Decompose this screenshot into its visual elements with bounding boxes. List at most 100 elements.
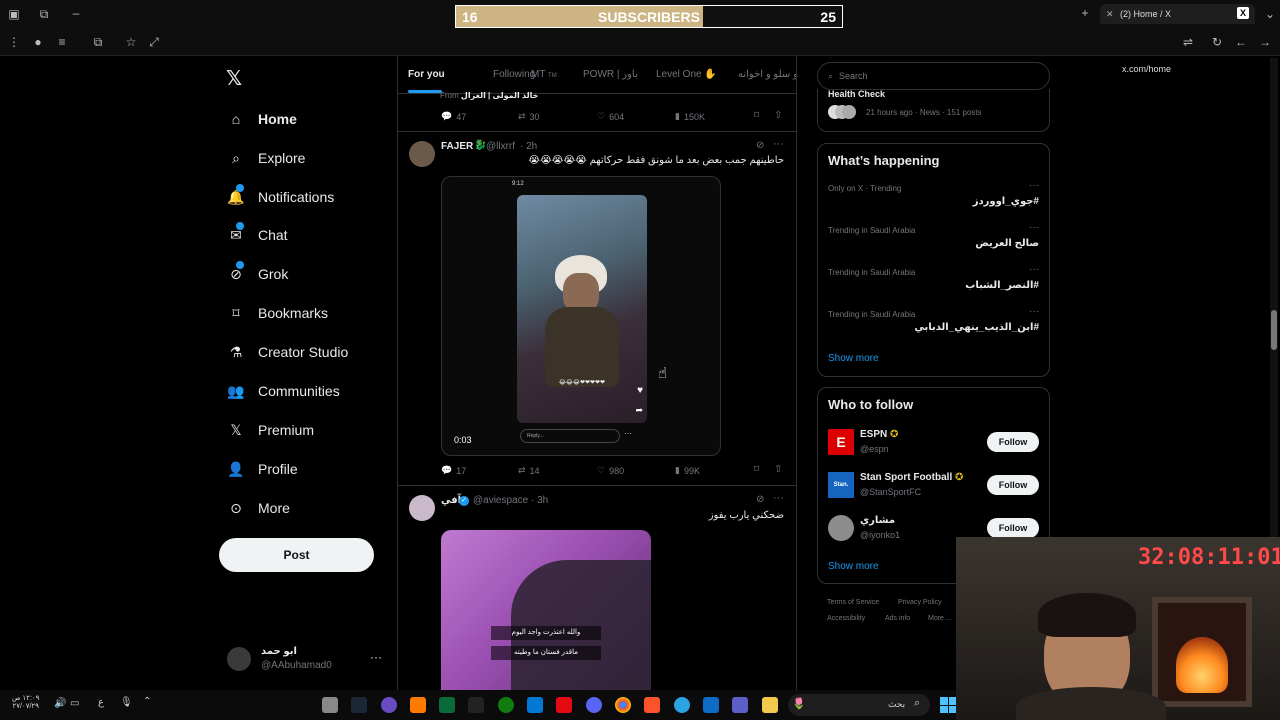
tweet-image[interactable]: والله اعتذرت واجد اليوم ماقدر فستان ما و…	[441, 530, 651, 690]
taskbar-search[interactable]: 🌷 بحث ⌕	[788, 694, 930, 716]
back-icon[interactable]: ←	[1233, 34, 1249, 50]
xbox-icon[interactable]	[498, 697, 514, 713]
netflix-icon[interactable]	[556, 697, 572, 713]
brave-icon[interactable]	[644, 697, 660, 713]
tweet-author-handle[interactable]: @llxrrf	[486, 141, 515, 152]
mic-icon[interactable]: 🎙	[120, 697, 133, 708]
bookmark-icon[interactable]: ⌑	[754, 464, 759, 475]
t1-like-stat[interactable]: ♡ 980	[597, 465, 624, 476]
telegram-icon[interactable]	[674, 697, 690, 713]
tab-level-one[interactable]: Level One ✋	[656, 69, 717, 80]
prev-like-stat[interactable]: ♡ 604	[597, 111, 624, 122]
follow-button-stan[interactable]: Follow	[987, 475, 1039, 495]
windows-start-icon[interactable]	[940, 697, 956, 713]
search-input[interactable]: ⌕ Search	[817, 62, 1050, 90]
profile-icon[interactable]: ●	[30, 34, 46, 50]
browser-tab[interactable]: ✕ (2) Home / X X	[1100, 4, 1255, 24]
health-check-card[interactable]: Health Check 21 hours ago · News · 151 p…	[817, 89, 1050, 132]
video-share-icon[interactable]: ➦	[635, 405, 643, 416]
trend-more-icon[interactable]: ···	[1029, 222, 1039, 233]
account-menu-icon[interactable]: ···	[370, 650, 382, 664]
nav-item-bookmarks[interactable]: ⌑ Bookmarks	[226, 300, 328, 326]
input-language[interactable]: ع	[98, 697, 104, 708]
trend-more-icon[interactable]: ···	[1029, 264, 1039, 275]
wtf-name-espn[interactable]: ESPN ✪	[860, 429, 898, 440]
prev-retweet-stat[interactable]: ⇄ 30	[518, 111, 540, 122]
nav-item-creator-studio[interactable]: ⚗ Creator Studio	[226, 339, 349, 365]
account-avatar[interactable]	[227, 647, 251, 671]
footer-more[interactable]: More ...	[928, 615, 952, 622]
nav-item-communities[interactable]: 👥 Communities	[226, 378, 339, 404]
bookmark-icon[interactable]: ⌑	[754, 110, 759, 121]
site-settings-icon[interactable]: ⇌	[1180, 34, 1196, 50]
url-bar[interactable]: x.com/home	[1122, 64, 1171, 74]
star-icon[interactable]: ☆	[123, 34, 139, 50]
trends-show-more[interactable]: Show more	[828, 353, 879, 364]
chrome-icon[interactable]	[615, 697, 631, 713]
prev-views-stat[interactable]: ▮ 150K	[675, 111, 705, 122]
follow-button-mashari[interactable]: Follow	[987, 518, 1039, 538]
follow-button-espn[interactable]: Follow	[987, 432, 1039, 452]
tweet-more-icon[interactable]: ···	[773, 492, 784, 504]
grok-analyze-icon[interactable]: ⊘	[756, 494, 764, 505]
tab-search-icon[interactable]: ⧉	[36, 6, 52, 22]
prev-reply-stat[interactable]: 💬 47	[441, 111, 466, 122]
tab-powr[interactable]: POWR | باور	[583, 69, 638, 80]
tab-for-you[interactable]: For you	[408, 69, 445, 80]
nav-item-premium[interactable]: 𝕏 Premium	[226, 417, 314, 443]
screenshot-icon[interactable]: ⤢	[146, 34, 162, 50]
reload-icon[interactable]: ↻	[1209, 34, 1225, 50]
steam-icon[interactable]	[351, 697, 367, 713]
stan-avatar[interactable]: Stan.	[828, 472, 854, 498]
footer-terms[interactable]: Terms of Service	[827, 599, 879, 606]
app-purple-icon[interactable]	[381, 697, 397, 713]
share-icon[interactable]: ⇧	[774, 110, 782, 121]
store-icon[interactable]	[703, 697, 719, 713]
sidebar-menu-icon[interactable]: ⋮	[6, 34, 22, 50]
post-button[interactable]: Post	[219, 538, 374, 572]
window-menu-icon[interactable]: ⌄	[1262, 6, 1278, 22]
tweet-author-handle[interactable]: @aviespace	[473, 495, 528, 506]
page-scrollbar-thumb[interactable]	[1271, 310, 1277, 350]
app-excel-icon[interactable]	[439, 697, 455, 713]
app-blue-icon[interactable]	[527, 697, 543, 713]
app-capcut-icon[interactable]	[468, 697, 484, 713]
reading-list-icon[interactable]: ≡	[54, 34, 70, 50]
tab-community[interactable]: و سلو و اخوانه	[738, 69, 796, 80]
wtf-name-stan[interactable]: Stan Sport Football ✪	[860, 472, 963, 483]
footer-accessibility[interactable]: Accessibility	[827, 615, 865, 622]
teams-icon[interactable]	[732, 697, 748, 713]
video-like-icon[interactable]: ♥	[637, 385, 643, 396]
tray-overflow-icon[interactable]: ⌃	[143, 696, 151, 707]
footer-ads[interactable]: Ads info	[885, 615, 910, 622]
discord-icon[interactable]	[586, 697, 602, 713]
app-3d-icon[interactable]	[322, 697, 338, 713]
forward-icon[interactable]: →	[1257, 34, 1273, 50]
follow-show-more[interactable]: Show more	[828, 561, 879, 572]
clock[interactable]: ١٢:٠٩ ص ٢٧/٠٧/٢٩	[12, 694, 39, 710]
app-orange-icon[interactable]	[410, 697, 426, 713]
nav-item-explore[interactable]: ⌕ Explore	[226, 145, 305, 171]
tab-following[interactable]: Following	[493, 69, 535, 80]
x-logo-icon[interactable]: 𝕏	[226, 66, 246, 90]
nav-item-home[interactable]: ⌂ Home	[226, 106, 297, 132]
minimize-icon[interactable]: –	[68, 5, 84, 21]
prev-from-name[interactable]: خالد المولى | الغزال	[461, 91, 538, 100]
grok-analyze-icon[interactable]: ⊘	[756, 140, 764, 151]
t1-views-stat[interactable]: ▮ 99K	[675, 465, 700, 476]
volume-icon[interactable]: 🔊	[54, 698, 66, 709]
mashari-avatar[interactable]	[828, 515, 854, 541]
extensions-icon[interactable]: ⧉	[90, 34, 106, 50]
tweet-author-name[interactable]: FAJER	[441, 141, 473, 152]
file-explorer-icon[interactable]	[762, 697, 778, 713]
wtf-name-mashari[interactable]: مشاري	[860, 515, 895, 526]
network-icon[interactable]: ▭	[70, 698, 79, 709]
footer-privacy[interactable]: Privacy Policy	[898, 599, 942, 606]
tweet-video[interactable]: 9:12 😂😂😂❤❤❤❤❤ ♥ ➦ Reply... ··· 0:03	[441, 176, 721, 456]
nav-item-profile[interactable]: 👤 Profile	[226, 456, 297, 482]
t1-retweet-stat[interactable]: ⇄ 14	[518, 465, 540, 476]
t1-reply-stat[interactable]: 💬 17	[441, 465, 466, 476]
tab-mt[interactable]: MT TM	[531, 69, 557, 80]
tweet-time[interactable]: · 3h	[531, 495, 548, 506]
close-tab-icon[interactable]: ✕	[1106, 4, 1114, 24]
